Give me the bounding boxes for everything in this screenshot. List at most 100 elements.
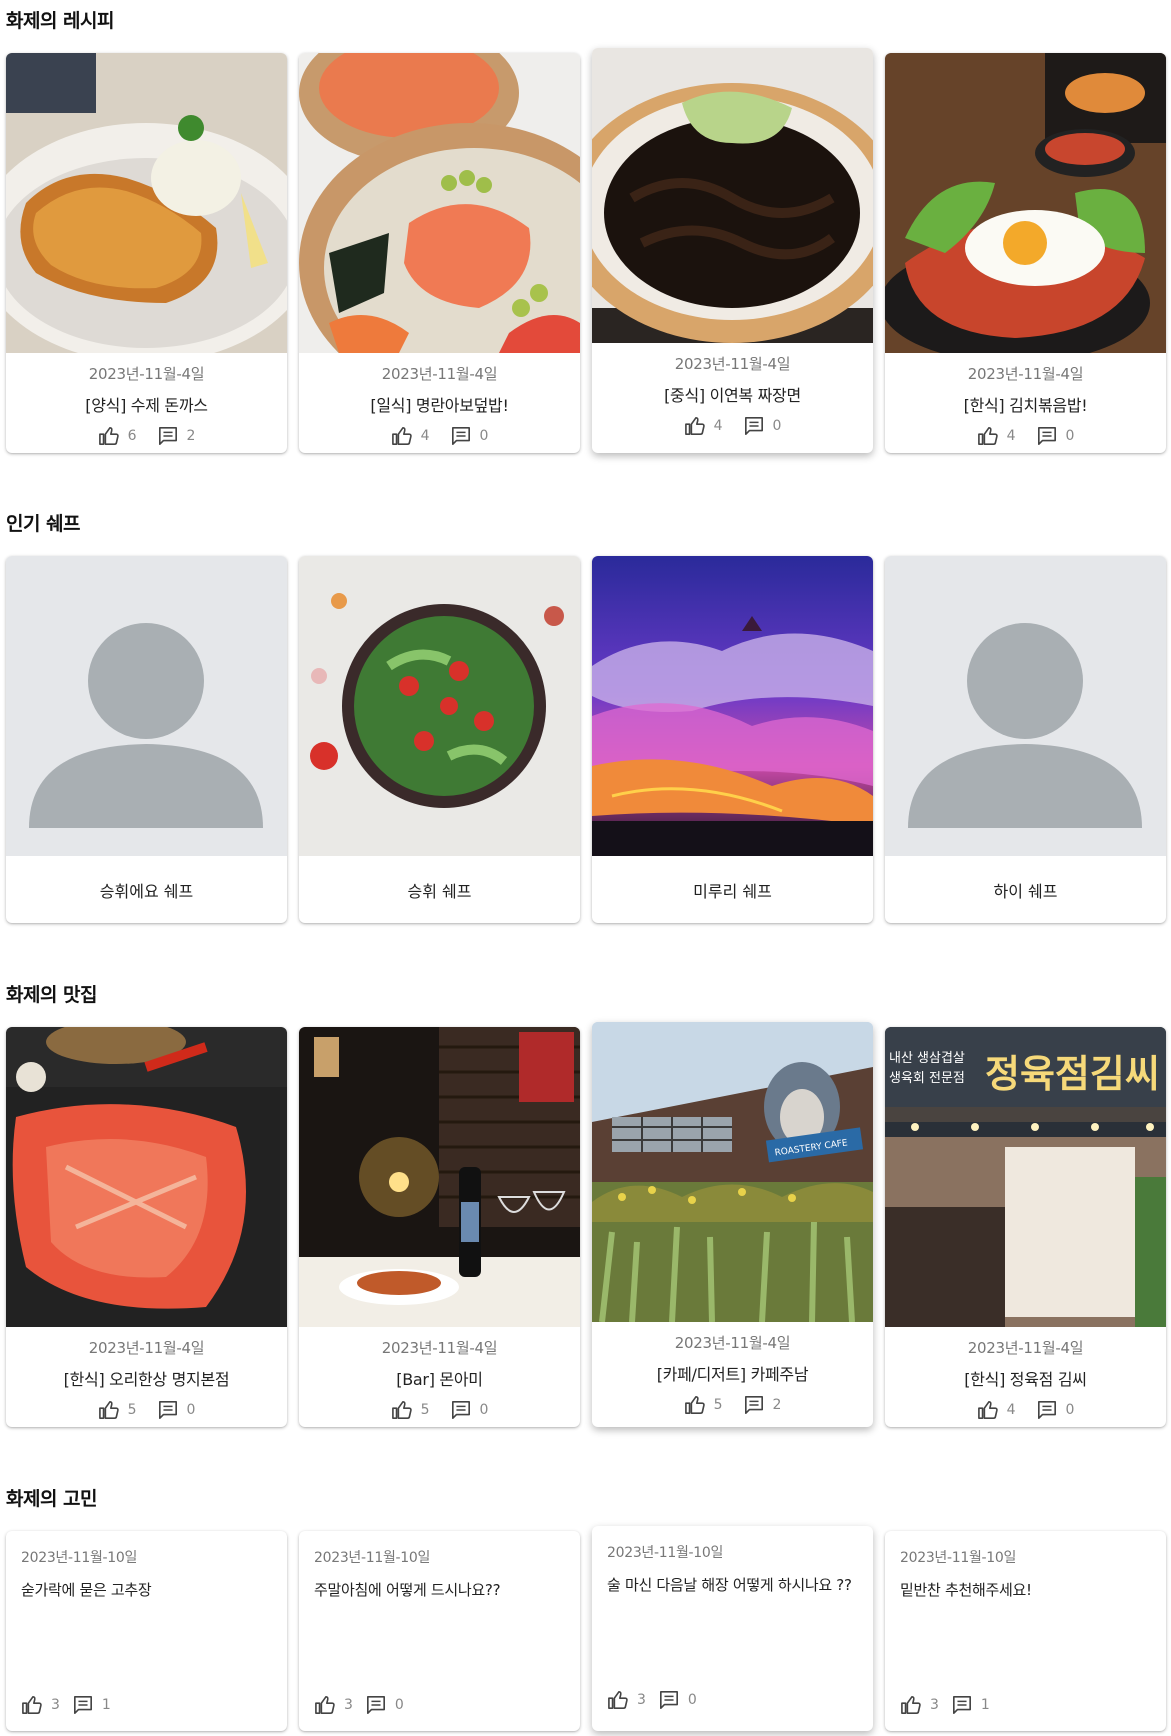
recipe-stats: 4 0 (299, 426, 580, 446)
like-count: 6 (127, 428, 137, 444)
chef-card[interactable]: 미루리 쉐프 (592, 556, 873, 923)
chef-grid: 승휘에요 쉐프 승휘 쉐프 미루리 쉐프 하이 쉐프 (6, 556, 1166, 923)
comment-count: 1 (980, 1697, 990, 1713)
worry-card[interactable]: 2023년-11월-10일 주말아침에 어떻게 드시나요?? 3 0 (299, 1531, 580, 1731)
comment-icon[interactable] (743, 1395, 765, 1415)
worry-grid: 2023년-11월-10일 숟가락에 묻은 고추장 3 1 2023년-11월-… (6, 1526, 1166, 1731)
comment-icon[interactable] (1036, 1400, 1058, 1420)
restaurant-image (299, 1027, 580, 1327)
recipe-image (6, 53, 287, 353)
like-count: 4 (1006, 1402, 1016, 1418)
restaurant-date: 2023년-11월-4일 (967, 1339, 1084, 1357)
comment-icon[interactable] (450, 426, 472, 446)
like-count: 3 (51, 1697, 60, 1713)
worry-text: 밑반찬 추천해주세요! (900, 1581, 1032, 1599)
section-title-worries: 화제의 고민 (6, 1488, 98, 1510)
chef-card[interactable]: 승휘 쉐프 (299, 556, 580, 923)
worry-stats: 3 0 (314, 1695, 412, 1715)
restaurant-date: 2023년-11월-4일 (381, 1339, 498, 1357)
section-title-chefs: 인기 쉐프 (6, 513, 81, 535)
thumbs-up-icon[interactable] (98, 426, 120, 446)
restaurant-image: ROASTERY CAFE (592, 1022, 873, 1322)
like-count: 4 (713, 418, 723, 434)
recipe-image (885, 53, 1166, 353)
recipe-date: 2023년-11월-4일 (967, 365, 1084, 383)
restaurant-title: [한식] 오리한상 명지본점 (63, 1370, 230, 1389)
recipe-card[interactable]: 2023년-11월-4일 [한식] 김치볶음밥! 4 0 (885, 53, 1166, 453)
worry-card[interactable]: 2023년-11월-10일 밑반찬 추천해주세요! 3 1 (885, 1531, 1166, 1731)
recipe-stats: 4 0 (885, 426, 1166, 446)
section-title-restaurants: 화제의 맛집 (6, 984, 98, 1006)
like-count: 5 (420, 1402, 430, 1418)
comment-count: 1 (101, 1697, 111, 1713)
restaurant-card[interactable]: 2023년-11월-4일 [한식] 오리한상 명지본점 5 0 (6, 1027, 287, 1427)
comment-count: 0 (394, 1697, 404, 1713)
comment-icon[interactable] (157, 1400, 179, 1420)
butcher-sign-sub2: 생육회 전문점 (889, 1071, 965, 1086)
chef-image (885, 556, 1166, 856)
like-count: 4 (1006, 428, 1016, 444)
thumbs-up-icon[interactable] (391, 426, 413, 446)
worry-date: 2023년-11월-10일 (21, 1550, 138, 1566)
comment-icon[interactable] (450, 1400, 472, 1420)
restaurant-image (6, 1027, 287, 1327)
recipe-image (299, 53, 580, 353)
thumbs-up-icon[interactable] (391, 1400, 413, 1420)
comment-icon[interactable] (365, 1695, 387, 1715)
comment-count: 2 (186, 428, 196, 444)
thumbs-up-icon[interactable] (977, 426, 999, 446)
worry-card[interactable]: 2023년-11월-10일 술 마신 다음날 해장 어떻게 하시나요 ?? 3 … (592, 1526, 873, 1731)
restaurant-stats: 5 2 (592, 1395, 873, 1415)
restaurant-title: [카페/디저트] 카페주남 (656, 1365, 809, 1384)
comment-icon[interactable] (157, 426, 179, 446)
worry-card[interactable]: 2023년-11월-10일 숟가락에 묻은 고추장 3 1 (6, 1531, 287, 1731)
comment-count: 0 (479, 428, 489, 444)
comment-count: 0 (1065, 1402, 1075, 1418)
comment-icon[interactable] (72, 1695, 94, 1715)
recipe-title: [일식] 명란아보덮밥! (370, 396, 509, 415)
thumbs-up-icon[interactable] (21, 1695, 43, 1715)
chef-name: 승휘에요 쉐프 (99, 881, 194, 901)
recipe-card[interactable]: 2023년-11월-4일 [중식] 이연복 짜장면 4 0 (592, 48, 873, 453)
chef-image (592, 556, 873, 856)
thumbs-up-icon[interactable] (900, 1695, 922, 1715)
recipe-card[interactable]: 2023년-11월-4일 [양식] 수제 돈까스 6 2 (6, 53, 287, 453)
restaurant-card[interactable]: 2023년-11월-4일 [Bar] 몬아미 5 0 (299, 1027, 580, 1427)
restaurant-date: 2023년-11월-4일 (88, 1339, 205, 1357)
butcher-sign-sub1: 내산 생삼겹살 (889, 1051, 965, 1066)
thumbs-up-icon[interactable] (684, 416, 706, 436)
comment-icon[interactable] (658, 1690, 680, 1710)
recipe-date: 2023년-11월-4일 (674, 355, 791, 373)
chef-image (299, 556, 580, 856)
comment-icon[interactable] (743, 416, 765, 436)
recipe-card[interactable]: 2023년-11월-4일 [일식] 명란아보덮밥! 4 0 (299, 53, 580, 453)
restaurant-stats: 5 0 (6, 1400, 287, 1420)
worry-text: 숟가락에 묻은 고추장 (21, 1581, 152, 1599)
recipe-title: [중식] 이연복 짜장면 (664, 386, 801, 405)
comment-icon[interactable] (951, 1695, 973, 1715)
restaurant-grid: 2023년-11월-4일 [한식] 오리한상 명지본점 5 0 2023년-11… (6, 1022, 1166, 1427)
worry-date: 2023년-11월-10일 (314, 1550, 431, 1566)
recipe-image (592, 48, 873, 343)
thumbs-up-icon[interactable] (314, 1695, 336, 1715)
worry-text: 술 마신 다음날 해장 어떻게 하시나요 ?? (607, 1576, 852, 1594)
like-count: 4 (420, 428, 430, 444)
recipe-date: 2023년-11월-4일 (88, 365, 205, 383)
comment-count: 0 (186, 1402, 196, 1418)
chef-card[interactable]: 승휘에요 쉐프 (6, 556, 287, 923)
thumbs-up-icon[interactable] (98, 1400, 120, 1420)
chef-name: 하이 쉐프 (993, 881, 1058, 901)
comment-count: 2 (772, 1397, 782, 1413)
restaurant-card[interactable]: 내산 생삼겹살 생육회 전문점 정육점김씨 2023년-11월-4일 [한식] … (885, 1027, 1166, 1427)
chef-card[interactable]: 하이 쉐프 (885, 556, 1166, 923)
comment-count: 0 (479, 1402, 489, 1418)
restaurant-card[interactable]: ROASTERY CAFE 2023년-11월-4일 [카페/디저트] 카페주남… (592, 1022, 873, 1427)
restaurant-stats: 5 0 (299, 1400, 580, 1420)
comment-icon[interactable] (1036, 426, 1058, 446)
worry-date: 2023년-11월-10일 (900, 1550, 1017, 1566)
worry-stats: 3 1 (21, 1695, 119, 1715)
thumbs-up-icon[interactable] (977, 1400, 999, 1420)
thumbs-up-icon[interactable] (684, 1395, 706, 1415)
thumbs-up-icon[interactable] (607, 1690, 629, 1710)
chef-image (6, 556, 287, 856)
